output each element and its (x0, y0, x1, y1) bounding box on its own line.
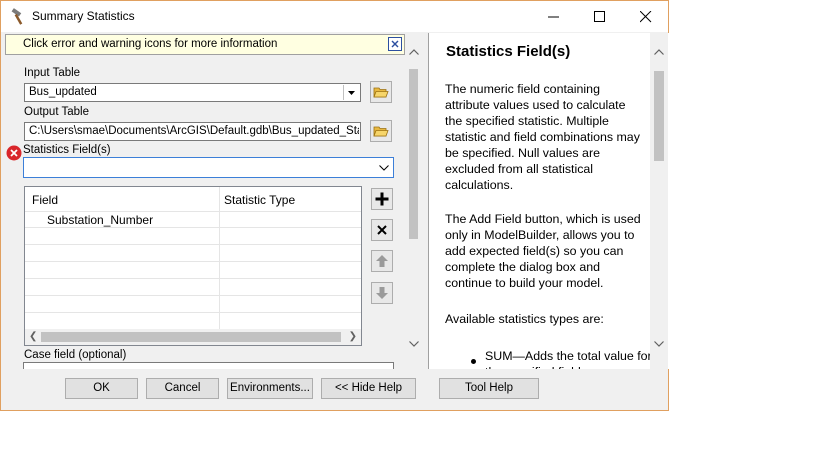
close-icon (640, 11, 652, 23)
output-table-field[interactable]: C:\Users\smae\Documents\ArcGIS\Default.g… (24, 122, 361, 141)
chevron-down-icon[interactable] (379, 165, 389, 171)
ok-button[interactable]: OK (65, 378, 138, 399)
delete-x-icon (377, 225, 387, 235)
help-title: Statistics Field(s) (446, 43, 571, 60)
scrollbar-thumb[interactable] (41, 332, 341, 342)
summary-statistics-dialog: Summary Statistics Click error and warni… (0, 0, 670, 411)
parameters-pane: Click error and warning icons for more i… (3, 33, 423, 369)
environments-button[interactable]: Environments... (227, 378, 313, 399)
maximize-button[interactable] (577, 1, 623, 32)
table-row[interactable]: Substation_Number (25, 211, 361, 228)
scroll-down-icon[interactable] (409, 341, 419, 347)
folder-open-icon (373, 87, 389, 98)
table-row[interactable] (25, 245, 361, 262)
grid-header: Field Statistic Type (25, 187, 361, 212)
plus-icon (375, 192, 389, 206)
help-paragraph-1: The numeric field containing attribute v… (445, 82, 640, 192)
dialog-button-bar: OK Cancel Environments... << Hide Help T… (1, 369, 668, 410)
output-table-value: C:\Users\smae\Documents\ArcGIS\Default.g… (29, 125, 359, 137)
minimize-icon (548, 16, 559, 18)
close-icon (391, 40, 399, 48)
scroll-down-icon[interactable] (654, 341, 664, 347)
help-list-item: SUM—Adds the total value for the specifi… (485, 349, 652, 369)
case-field-input[interactable] (23, 362, 394, 369)
hide-help-button[interactable]: << Hide Help (321, 378, 416, 399)
statistics-fields-label: Statistics Field(s) (23, 144, 111, 156)
table-row[interactable] (25, 296, 361, 313)
grid-horizontal-scrollbar[interactable]: ❮ ❯ (25, 329, 361, 345)
scroll-left-icon[interactable]: ❮ (29, 331, 37, 342)
move-up-button[interactable] (371, 250, 393, 272)
bullet-icon (471, 359, 476, 364)
dropdown-arrow-icon[interactable] (343, 85, 359, 100)
scroll-up-icon[interactable] (654, 49, 664, 55)
arrow-down-icon (376, 287, 388, 299)
tool-help-button[interactable]: Tool Help (439, 378, 539, 399)
arrow-up-icon (376, 255, 388, 267)
info-bar: Click error and warning icons for more i… (5, 34, 405, 55)
browse-output-table-button[interactable] (370, 120, 392, 142)
input-table-value: Bus_updated (29, 86, 97, 98)
folder-open-icon (373, 126, 389, 137)
scrollbar-thumb[interactable] (409, 69, 418, 239)
column-header-field[interactable]: Field (32, 193, 58, 207)
info-bar-close-button[interactable] (388, 37, 402, 51)
table-row[interactable] (25, 279, 361, 296)
add-row-button[interactable] (371, 188, 393, 210)
statistics-grid[interactable]: Field Statistic Type Substation_Number ❮… (24, 186, 362, 346)
table-row[interactable] (25, 313, 361, 330)
help-paragraph-2: The Add Field button, which is used only… (445, 212, 641, 290)
table-row[interactable] (25, 228, 361, 245)
browse-input-table-button[interactable] (370, 81, 392, 103)
scroll-right-icon[interactable]: ❯ (349, 331, 357, 342)
title-bar[interactable]: Summary Statistics (1, 1, 668, 32)
error-icon[interactable] (6, 145, 22, 161)
cancel-button[interactable]: Cancel (146, 378, 219, 399)
table-row[interactable] (25, 262, 361, 279)
help-paragraph-3: Available statistics types are: (445, 312, 604, 326)
input-table-combo[interactable]: Bus_updated (24, 83, 361, 102)
help-vertical-scrollbar[interactable] (650, 33, 668, 369)
output-table-label: Output Table (24, 106, 90, 118)
scroll-up-icon[interactable] (409, 49, 419, 55)
move-down-button[interactable] (371, 282, 393, 304)
minimize-button[interactable] (531, 1, 577, 32)
help-pane: Statistics Field(s) The numeric field co… (428, 33, 670, 369)
info-bar-text: Click error and warning icons for more i… (23, 38, 278, 50)
case-field-label: Case field (optional) (24, 349, 127, 361)
cell-field[interactable]: Substation_Number (47, 213, 153, 227)
remove-row-button[interactable] (371, 219, 393, 241)
scrollbar-thumb[interactable] (654, 71, 664, 161)
input-table-label: Input Table (24, 67, 81, 79)
statistics-fields-combo[interactable] (23, 157, 394, 178)
close-button[interactable] (623, 1, 669, 32)
window-title: Summary Statistics (32, 9, 135, 23)
maximize-icon (594, 11, 605, 22)
column-header-statistic-type[interactable]: Statistic Type (224, 193, 295, 207)
parameters-vertical-scrollbar[interactable] (405, 33, 422, 369)
hammer-icon (11, 8, 23, 25)
